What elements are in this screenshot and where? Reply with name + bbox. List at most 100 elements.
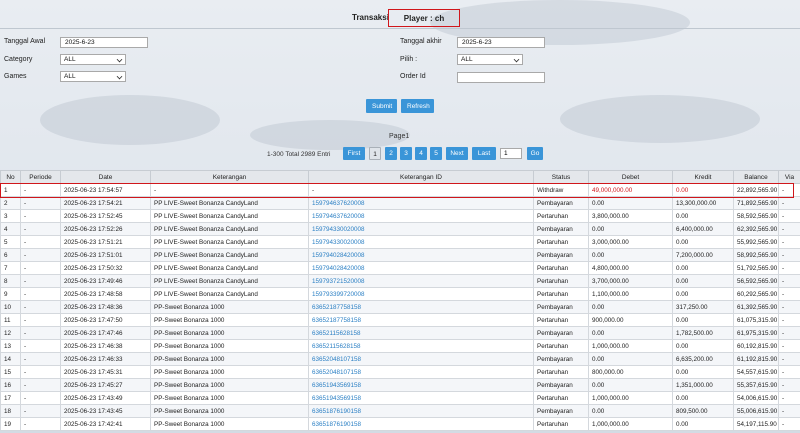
table-cell: 2025-06-23 17:52:26 (60, 222, 151, 236)
table-cell: - (308, 183, 534, 197)
table-row[interactable]: 18-2025-06-23 17:43:45 PP-Sweet Bonanza 1… (0, 404, 800, 418)
go-button[interactable]: Go (527, 147, 543, 160)
column-header: Date (60, 170, 151, 184)
table-row[interactable]: 15-2025-06-23 17:45:31 PP-Sweet Bonanza 1… (0, 365, 800, 379)
tanggal-akhir-input[interactable] (457, 37, 545, 48)
page-button-4[interactable]: 4 (415, 147, 427, 160)
page-button-5[interactable]: 5 (430, 147, 442, 160)
table-cell[interactable]: 63651876190158 (308, 417, 534, 431)
table-cell: 317,250.00 (672, 300, 734, 314)
category-label: Category (4, 56, 33, 63)
table-row[interactable]: 3-2025-06-23 17:52:45 PP LIVE-Sweet Bonan… (0, 209, 800, 223)
table-cell: 2025-06-23 17:51:21 (60, 235, 151, 249)
background-map (560, 95, 760, 143)
table-row[interactable]: 10-2025-06-23 17:48:36 PP-Sweet Bonanza 1… (0, 300, 800, 314)
last-page-button[interactable]: Last (472, 147, 496, 160)
table-cell[interactable]: 159794330020008 (308, 222, 534, 236)
table-cell: 2025-06-23 17:47:46 (60, 326, 151, 340)
table-row[interactable]: 4-2025-06-23 17:52:26 PP LIVE-Sweet Bonan… (0, 222, 800, 236)
background-map (250, 120, 410, 150)
table-row[interactable]: 7-2025-06-23 17:50:32 PP LIVE-Sweet Bonan… (0, 261, 800, 275)
table-cell: 0.00 (588, 378, 673, 392)
table-cell: PP LIVE-Sweet Bonanza CandyLand (150, 248, 309, 262)
table-cell: 1,782,500.00 (672, 326, 734, 340)
table-row[interactable]: 2-2025-06-23 17:54:21 PP LIVE-Sweet Bonan… (0, 196, 800, 210)
page-button-1[interactable]: 1 (369, 147, 381, 160)
table-row[interactable]: 17-2025-06-23 17:43:49 PP-Sweet Bonanza 1… (0, 391, 800, 405)
table-cell[interactable]: 63652048107158 (308, 352, 534, 366)
table-cell: 9 (0, 287, 21, 301)
page-button-3[interactable]: 3 (400, 147, 412, 160)
next-page-button[interactable]: Next (446, 147, 468, 160)
table-cell: 62,392,565.90 (733, 222, 779, 236)
table-cell[interactable]: 63652115628158 (308, 326, 534, 340)
submit-button[interactable]: Submit (366, 99, 397, 113)
category-select[interactable]: ALL (60, 54, 126, 65)
table-cell: - (150, 183, 309, 197)
games-select-value: ALL (64, 73, 76, 80)
table-row[interactable]: 9-2025-06-23 17:48:58 PP LIVE-Sweet Bonan… (0, 287, 800, 301)
table-row[interactable]: 8-2025-06-23 17:49:46 PP LIVE-Sweet Bonan… (0, 274, 800, 288)
table-cell: 2 (0, 196, 21, 210)
games-select[interactable]: ALL (60, 71, 126, 82)
table-cell[interactable]: 63652187758158 (308, 300, 534, 314)
table-cell: 54,197,115.90 (733, 417, 779, 431)
table-row[interactable]: 16-2025-06-23 17:45:27 PP-Sweet Bonanza 1… (0, 378, 800, 392)
table-row[interactable]: 6-2025-06-23 17:51:01 PP LIVE-Sweet Bonan… (0, 248, 800, 262)
table-cell: Pembayaran (533, 300, 589, 314)
table-cell: PP LIVE-Sweet Bonanza CandyLand (150, 261, 309, 275)
chevron-down-icon (116, 56, 123, 63)
table-cell: 60,292,565.90 (733, 287, 779, 301)
table-cell: 13,300,000.00 (672, 196, 734, 210)
table-cell: PP-Sweet Bonanza 1000 (150, 378, 309, 392)
table-cell: 0.00 (588, 222, 673, 236)
table-cell: - (20, 339, 61, 353)
goto-page-input[interactable] (500, 148, 522, 159)
table-cell[interactable]: 159794637620008 (308, 209, 534, 223)
table-cell: - (20, 196, 61, 210)
table-cell[interactable]: 63652048107158 (308, 365, 534, 379)
table-cell[interactable]: 159794637620008 (308, 196, 534, 210)
table-cell[interactable]: 159793721520008 (308, 274, 534, 288)
tanggal-awal-input[interactable] (60, 37, 148, 48)
table-row[interactable]: 5-2025-06-23 17:51:21 PP LIVE-Sweet Bonan… (0, 235, 800, 249)
table-cell[interactable]: 159794028420008 (308, 248, 534, 262)
refresh-button[interactable]: Refresh (401, 99, 434, 113)
pilih-select[interactable]: ALL (457, 54, 523, 65)
table-cell[interactable]: 159794028420008 (308, 261, 534, 275)
table-cell[interactable]: 63651943569158 (308, 378, 534, 392)
table-cell: PP LIVE-Sweet Bonanza CandyLand (150, 209, 309, 223)
table-cell[interactable]: 159794330020008 (308, 235, 534, 249)
table-cell: 60,192,815.90 (733, 339, 779, 353)
table-row[interactable]: 13-2025-06-23 17:46:38 PP-Sweet Bonanza 1… (0, 339, 800, 353)
table-row[interactable]: 14-2025-06-23 17:46:33 PP-Sweet Bonanza 1… (0, 352, 800, 366)
table-cell: 0.00 (672, 391, 734, 405)
table-cell: 2025-06-23 17:54:57 (60, 183, 151, 197)
table-cell: 0.00 (588, 352, 673, 366)
table-cell[interactable]: 63652187758158 (308, 313, 534, 327)
table-cell: 11 (0, 313, 21, 327)
table-cell[interactable]: 159793399720008 (308, 287, 534, 301)
table-cell: 2025-06-23 17:51:01 (60, 248, 151, 262)
table-cell: 1,000,000.00 (588, 391, 673, 405)
table-cell[interactable]: 63651876190158 (308, 404, 534, 418)
first-page-button[interactable]: First (343, 147, 365, 160)
page-button-2[interactable]: 2 (385, 147, 397, 160)
table-cell: PP LIVE-Sweet Bonanza CandyLand (150, 235, 309, 249)
table-cell: 61,392,565.90 (733, 300, 779, 314)
table-cell[interactable]: 63651943569158 (308, 391, 534, 405)
table-cell: - (778, 365, 800, 379)
order-id-input[interactable] (457, 72, 545, 83)
table-row[interactable]: 11-2025-06-23 17:47:50 PP-Sweet Bonanza 1… (0, 313, 800, 327)
table-row[interactable]: 12-2025-06-23 17:47:46 PP-Sweet Bonanza 1… (0, 326, 800, 340)
table-cell: 7,200,000.00 (672, 248, 734, 262)
table-cell: - (778, 274, 800, 288)
table-cell: 61,075,315.90 (733, 313, 779, 327)
table-cell[interactable]: 63652115628158 (308, 339, 534, 353)
table-cell: 6,400,000.00 (672, 222, 734, 236)
table-row[interactable]: 1-2025-06-23 17:54:57- - Withdraw 49,000,00… (0, 183, 800, 197)
table-cell: - (778, 313, 800, 327)
table-row[interactable]: 19-2025-06-23 17:42:41 PP-Sweet Bonanza 1… (0, 417, 800, 431)
table-cell: 55,006,615.90 (733, 404, 779, 418)
table-cell: - (778, 196, 800, 210)
